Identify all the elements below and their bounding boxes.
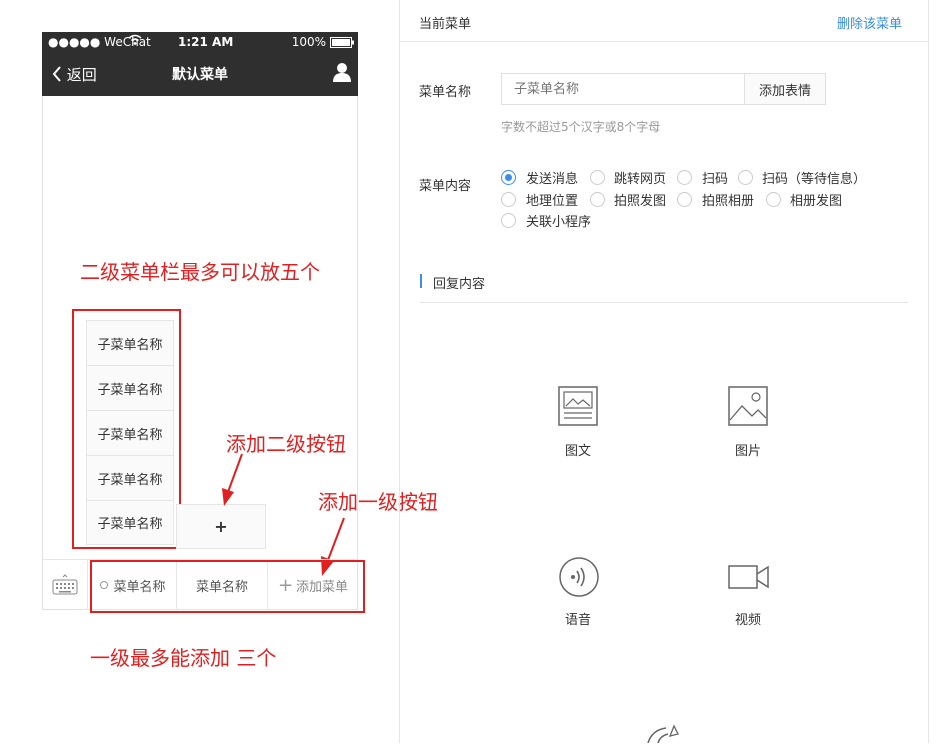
radio-open-webpage[interactable] <box>590 170 605 185</box>
radio-album[interactable] <box>766 192 781 207</box>
option-label: 拍照相册 <box>702 194 755 209</box>
annotation-sub-limit: 二级菜单栏最多可以放五个 <box>80 260 320 284</box>
option-label: 拍照发图 <box>614 194 667 209</box>
submenu-highlight-box <box>72 309 181 549</box>
news-icon[interactable] <box>558 386 598 430</box>
keyboard-button[interactable] <box>42 560 88 610</box>
radio-take-photo[interactable] <box>590 192 605 207</box>
nav-bar: 返回 默认菜单 <box>42 52 358 96</box>
main-menu-highlight-box <box>90 560 365 613</box>
radio-mini-program[interactable] <box>501 213 516 228</box>
delete-menu-link[interactable]: 删除该菜单 <box>837 13 902 32</box>
option-label: 关联小程序 <box>526 215 592 230</box>
name-field-hint: 字数不超过5个汉字或8个字母 <box>501 120 661 134</box>
option-label: 地理位置 <box>526 194 579 209</box>
panel-title: 当前菜单 <box>419 17 472 32</box>
option-label: 扫码 <box>702 172 729 187</box>
status-bar: ●●●●● WeChat 1:21 AM 100% <box>42 32 358 52</box>
partial-icon <box>644 724 686 747</box>
media-label: 图片 <box>734 444 761 459</box>
option-label: 相册发图 <box>790 194 843 209</box>
menu-name-input[interactable] <box>501 73 745 105</box>
image-icon[interactable] <box>728 386 768 430</box>
divider <box>400 41 928 42</box>
radio-scan-wait[interactable] <box>738 170 753 185</box>
voice-icon[interactable] <box>558 556 600 602</box>
user-icon[interactable] <box>332 62 352 86</box>
status-time: 1:21 AM <box>178 35 234 49</box>
section-marker <box>420 274 422 288</box>
reply-section-title: 回复内容 <box>433 277 486 292</box>
video-icon[interactable] <box>728 564 770 594</box>
divider <box>420 302 908 303</box>
content-label: 菜单内容 <box>419 179 472 194</box>
battery-text: 100% <box>291 35 326 49</box>
annotation-main-limit: 一级最多能添加 三个 <box>90 646 277 670</box>
wifi-icon <box>128 34 142 49</box>
radio-send-message[interactable] <box>501 170 516 185</box>
media-label: 语音 <box>564 613 591 628</box>
arrow-icon <box>222 453 243 506</box>
add-submenu-button[interactable]: + <box>176 504 266 549</box>
menu-editor-panel <box>399 0 929 743</box>
keyboard-icon <box>52 574 77 595</box>
name-field-label: 菜单名称 <box>419 85 472 100</box>
radio-location[interactable] <box>501 192 516 207</box>
battery-icon <box>330 37 354 51</box>
media-label: 视频 <box>734 613 761 628</box>
option-label: 发送消息 <box>526 172 579 187</box>
add-emoji-button[interactable]: 添加表情 <box>744 73 826 105</box>
option-label: 跳转网页 <box>614 172 667 187</box>
option-label: 扫码（等待信息） <box>762 172 867 187</box>
page-title: 默认菜单 <box>172 67 228 83</box>
media-label: 图文 <box>564 444 591 459</box>
radio-photo-or-album[interactable] <box>677 192 692 207</box>
radio-scan[interactable] <box>677 170 692 185</box>
